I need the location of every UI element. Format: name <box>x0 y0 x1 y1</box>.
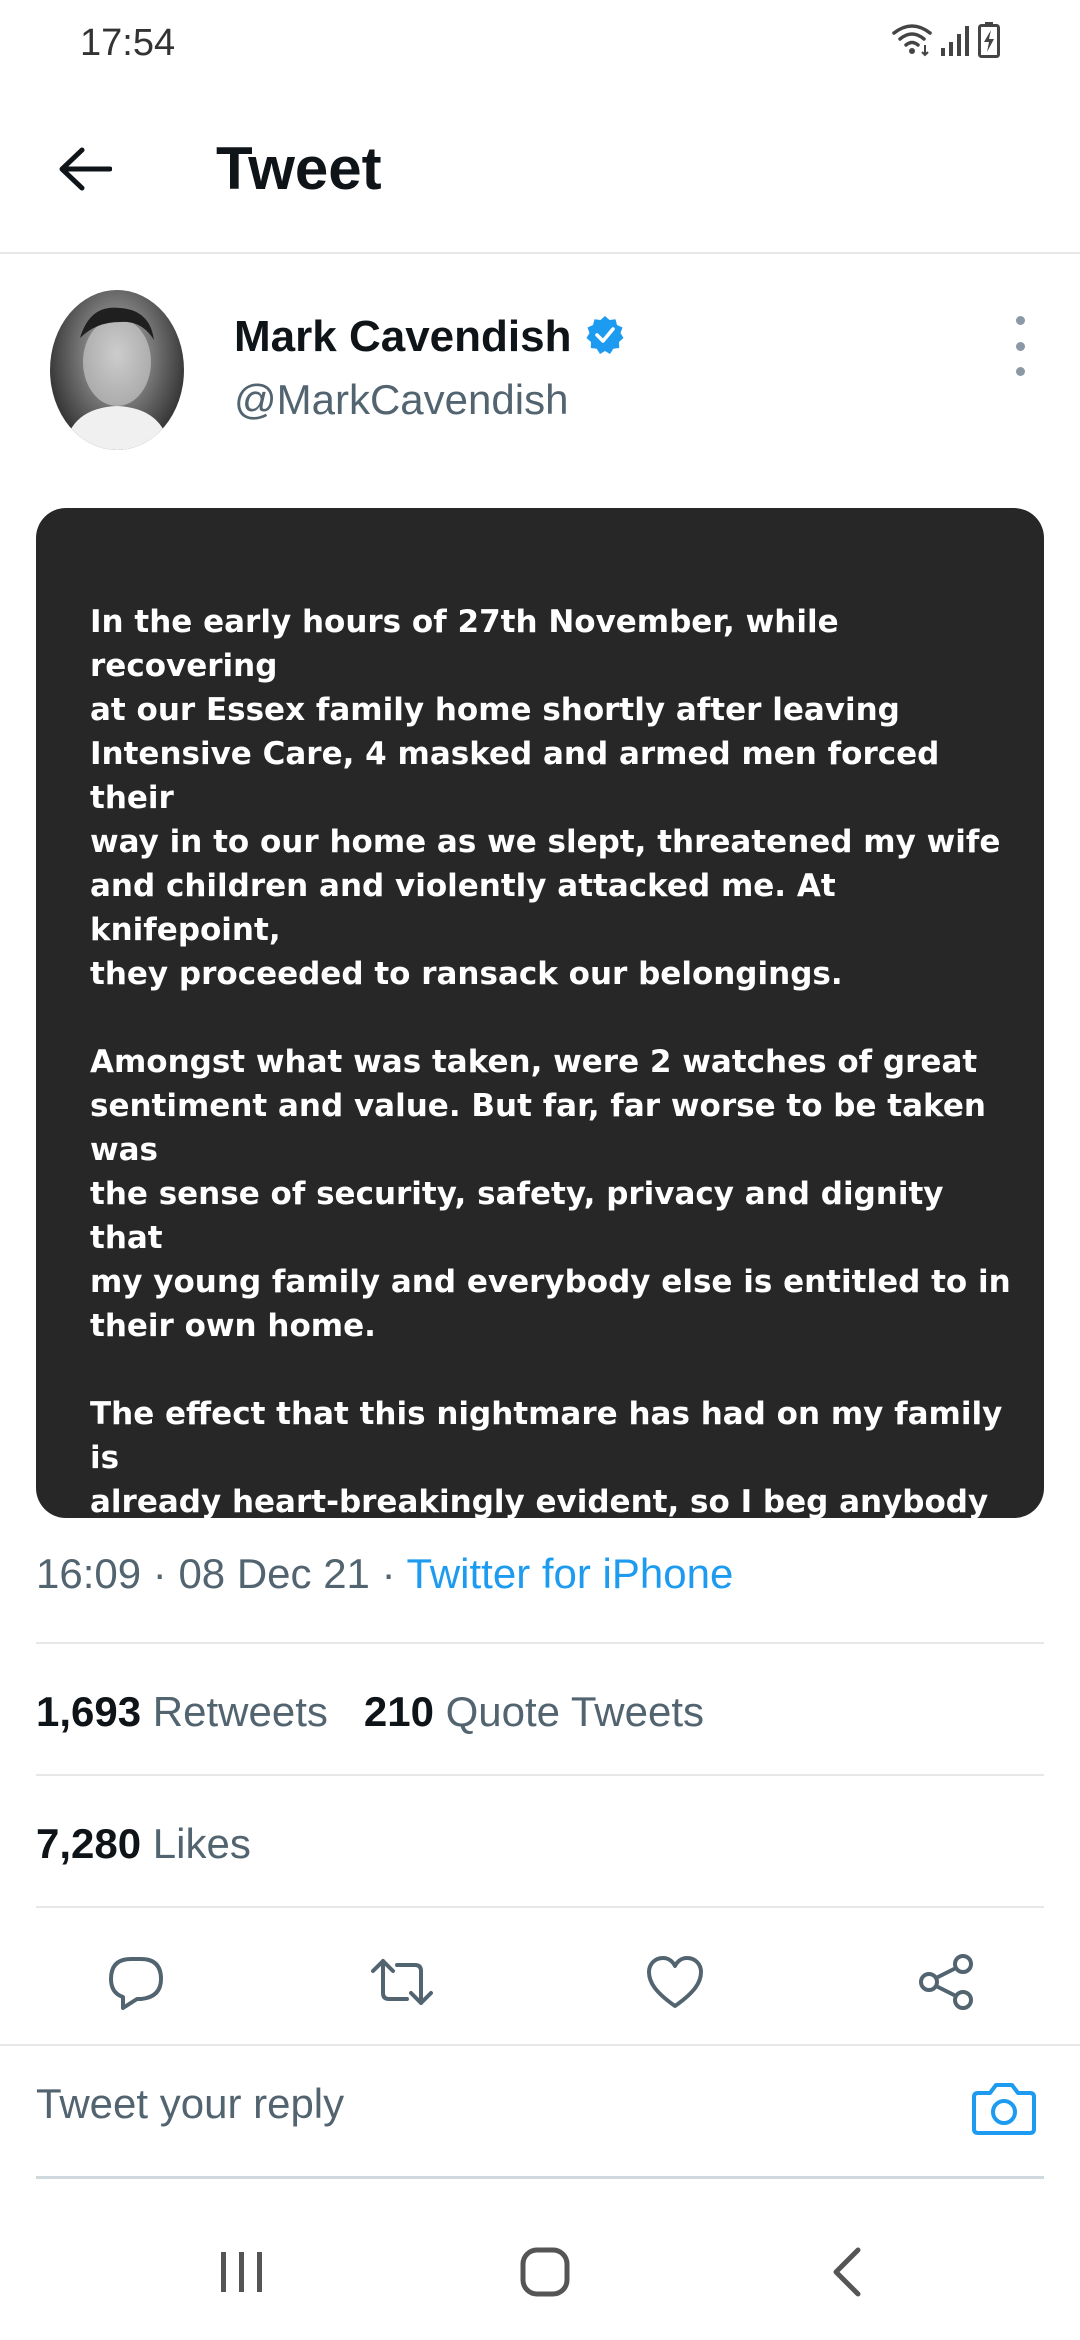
more-dot <box>1015 341 1025 351</box>
back-button[interactable] <box>52 138 118 204</box>
likes-stats-row: 7,280 Likes <box>36 1820 251 1868</box>
share-button[interactable] <box>916 1952 976 2017</box>
meta-separator: · <box>381 1550 396 1597</box>
tweet-image[interactable]: In the early hours of 27th November, whi… <box>36 508 1044 1696</box>
battery-charging-icon <box>978 22 1000 63</box>
wifi-icon <box>892 23 932 62</box>
recent-apps-icon <box>217 2248 267 2301</box>
back-nav-button[interactable] <box>818 2244 878 2304</box>
retweet-button[interactable] <box>369 1954 435 2014</box>
quote-tweets-label: Quote Tweets <box>445 1688 704 1735</box>
tweet-detail-screen: 17:54 Tweet Mark Cavendish @MarkCavendis… <box>0 0 1080 2340</box>
system-nav-bar <box>0 2200 1080 2340</box>
tweet-actions <box>0 1924 1080 2044</box>
more-dot <box>1015 316 1025 325</box>
retweets-count: 1,693 <box>36 1688 142 1735</box>
camera-icon <box>972 2079 1036 2140</box>
verified-badge-icon <box>585 315 625 360</box>
statement-paragraph: In the early hours of 27th November, whi… <box>90 604 1001 992</box>
author-name[interactable]: Mark Cavendish <box>234 312 571 362</box>
retweet-icon <box>369 1955 435 2014</box>
avatar[interactable] <box>50 290 184 450</box>
heart-icon <box>645 1954 705 2015</box>
chevron-left-icon <box>828 2246 868 2303</box>
reply-bar: Tweet your reply <box>0 2044 1080 2180</box>
reply-button[interactable] <box>106 1954 166 2014</box>
home-icon <box>519 2246 571 2303</box>
signal-icon <box>940 24 970 61</box>
home-button[interactable] <box>515 2244 575 2304</box>
likes-stat[interactable]: 7,280 Likes <box>36 1820 251 1868</box>
divider <box>36 1642 1044 1644</box>
tweet-time: 16:09 <box>36 1550 142 1597</box>
page-title: Tweet <box>216 135 382 202</box>
retweets-label: Retweets <box>152 1688 328 1735</box>
reply-input[interactable]: Tweet your reply <box>36 2080 344 2128</box>
retweets-stat[interactable]: 1,693 Retweets <box>36 1688 328 1736</box>
author-handle[interactable]: @MarkCavendish <box>234 376 568 424</box>
reply-icon <box>107 1953 165 2016</box>
quote-tweets-count: 210 <box>363 1688 434 1735</box>
arrow-left-icon <box>58 146 113 197</box>
quote-tweets-stat[interactable]: 210 Quote Tweets <box>364 1688 704 1736</box>
reply-underline <box>36 2176 1044 2179</box>
camera-button[interactable] <box>968 2076 1040 2142</box>
more-dot <box>1015 367 1025 376</box>
status-icons <box>892 22 1000 63</box>
statement-paragraph: Amongst what was taken, were 2 watches o… <box>90 1044 1011 1344</box>
tweet-date: 08 Dec 21 <box>178 1550 370 1597</box>
status-time: 17:54 <box>80 22 176 64</box>
share-icon <box>916 1952 976 2017</box>
likes-label: Likes <box>152 1820 251 1867</box>
retweet-stats-row: 1,693 Retweets 210 Quote Tweets <box>36 1688 704 1736</box>
recent-apps-button[interactable] <box>212 2244 272 2304</box>
app-header: Tweet <box>0 90 1080 254</box>
tweet-source-link[interactable]: Twitter for iPhone <box>407 1550 734 1597</box>
likes-count: 7,280 <box>36 1820 142 1867</box>
tweet-author: Mark Cavendish @MarkCavendish <box>0 254 1080 494</box>
divider <box>36 1774 1044 1776</box>
author-name-row: Mark Cavendish <box>234 312 625 362</box>
divider <box>36 1906 1044 1908</box>
meta-separator: · <box>152 1550 167 1597</box>
tweet-meta: 16:09 · 08 Dec 21 · Twitter for iPhone <box>36 1550 733 1598</box>
more-options-button[interactable] <box>1000 316 1040 376</box>
status-bar: 17:54 <box>0 0 1080 90</box>
like-button[interactable] <box>645 1954 705 2014</box>
